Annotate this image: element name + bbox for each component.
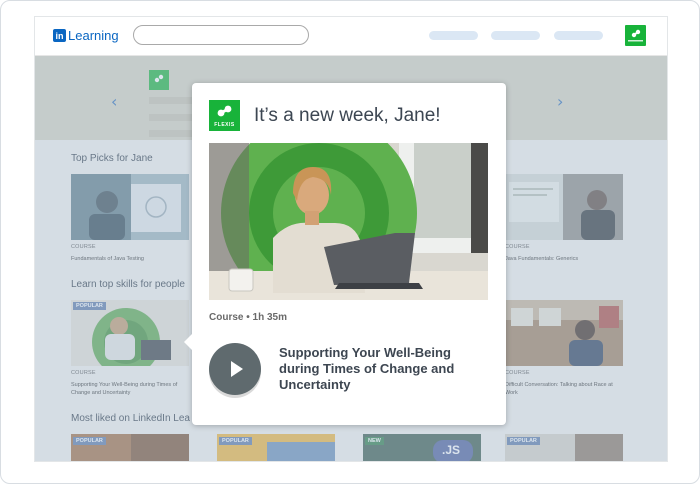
- play-icon: [231, 361, 243, 377]
- top-navigation: in Learning: [35, 17, 667, 56]
- linkedin-learning-logo[interactable]: in Learning: [53, 28, 119, 43]
- play-button[interactable]: [209, 343, 261, 395]
- nav-link-placeholder-1[interactable]: [429, 31, 478, 40]
- popup-pointer: [184, 333, 193, 351]
- course-hero-image[interactable]: [209, 143, 488, 300]
- profile-avatar[interactable]: [625, 25, 646, 46]
- flexis-logo-icon: [628, 29, 643, 42]
- brand-name: Learning: [68, 28, 119, 43]
- flexis-logo: FLEXIS: [209, 100, 240, 131]
- flexis-logo-text: FLEXIS: [214, 122, 235, 128]
- search-input[interactable]: [133, 25, 309, 45]
- course-meta: Course • 1h 35m: [209, 312, 287, 323]
- linkedin-in-icon: in: [53, 29, 66, 42]
- learning-app: in Learning ‹ › Top Picks for Jane COURS…: [34, 16, 668, 462]
- browser-frame: in Learning ‹ › Top Picks for Jane COURS…: [0, 0, 700, 484]
- recommendation-popup: FLEXIS It’s a new week, Jane! Course • 1…: [184, 83, 506, 425]
- nav-link-placeholder-2[interactable]: [491, 31, 540, 40]
- nav-link-placeholder-3[interactable]: [554, 31, 603, 40]
- greeting-heading: It’s a new week, Jane!: [254, 105, 441, 126]
- course-title[interactable]: Supporting Your Well-Being during Times …: [279, 345, 489, 393]
